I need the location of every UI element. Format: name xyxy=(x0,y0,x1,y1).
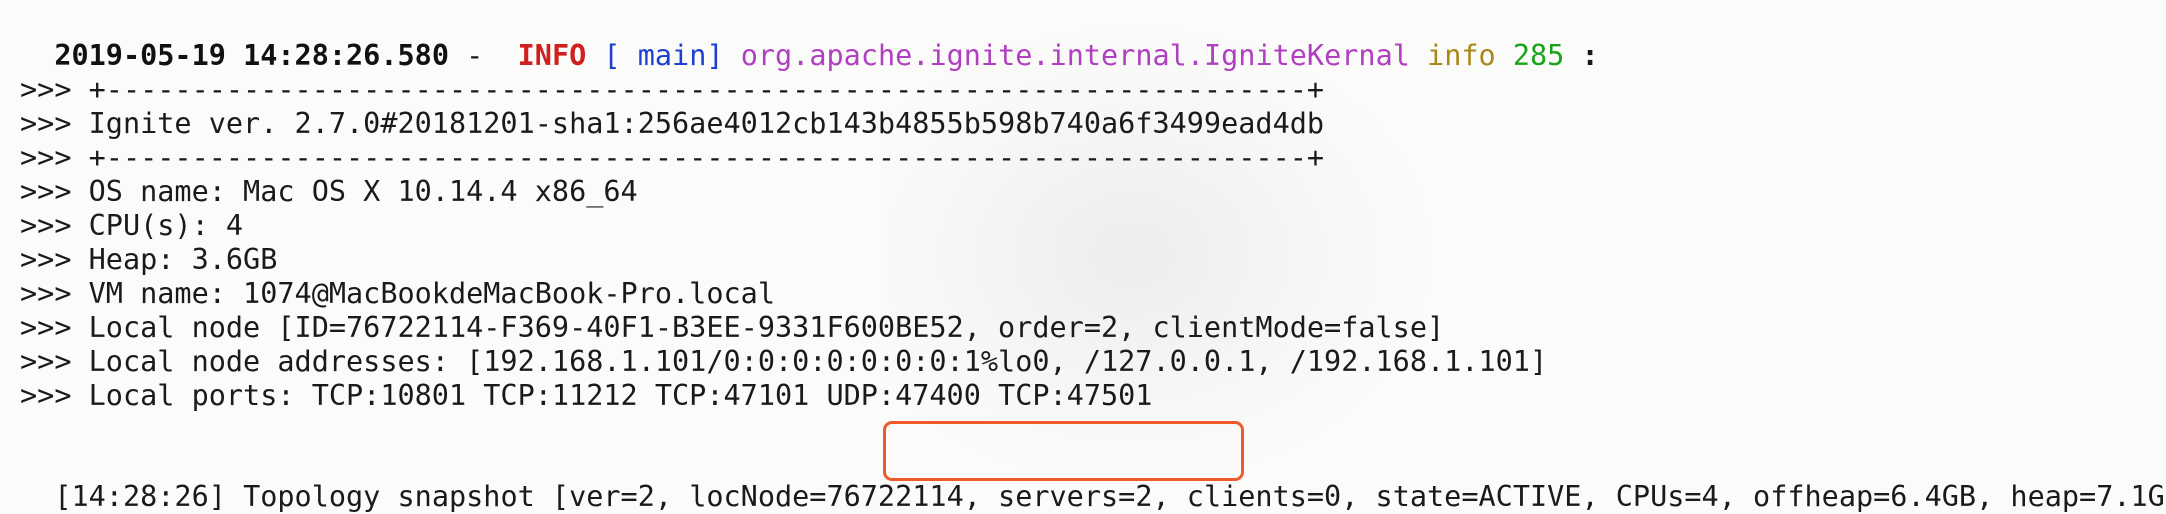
banner-line: >>> Heap: 3.6GB xyxy=(20,243,278,276)
log-logger: org.apache.ignite.internal.IgniteKernal xyxy=(723,39,1410,72)
banner-line: >>> Ignite ver. 2.7.0#20181201-sha1:256a… xyxy=(20,107,1325,140)
banner-line: >>> +-----------------------------------… xyxy=(20,73,1325,106)
log-level: INFO xyxy=(517,39,587,72)
log-header-line: 2019-05-19 14:28:26.580 - INFO [ main] o… xyxy=(20,5,1598,72)
log-method: info xyxy=(1409,39,1496,72)
banner-line: >>> Local node addresses: [192.168.1.101… xyxy=(20,345,1548,378)
log-timestamp: 2019-05-19 14:28:26.580 xyxy=(54,39,449,72)
servers-clients-highlight-box xyxy=(883,421,1244,481)
banner-line: >>> Local node [ID=76722114-F369-40F1-B3… xyxy=(20,311,1445,344)
banner-line: >>> OS name: Mac OS X 10.14.4 x86_64 xyxy=(20,175,638,208)
topology-suffix: state=ACTIVE, CPUs=4, offheap=6.4GB, hea… xyxy=(1358,480,2166,513)
banner-line: >>> Local ports: TCP:10801 TCP:11212 TCP… xyxy=(20,379,1153,412)
log-separator: - xyxy=(448,39,518,72)
banner-line: >>> VM name: 1074@MacBookdeMacBook-Pro.l… xyxy=(20,277,775,310)
log-tail: : xyxy=(1564,39,1599,72)
log-line-number: 285 xyxy=(1495,39,1565,72)
banner-line: >>> CPU(s): 4 xyxy=(20,209,244,242)
topology-prefix: [14:28:26] Topology snapshot [ver=2, loc… xyxy=(54,480,981,513)
log-thread: [ main] xyxy=(586,39,724,72)
topology-highlighted-values: servers=2, clients=0, xyxy=(980,480,1359,513)
banner-line: >>> +-----------------------------------… xyxy=(20,141,1325,174)
